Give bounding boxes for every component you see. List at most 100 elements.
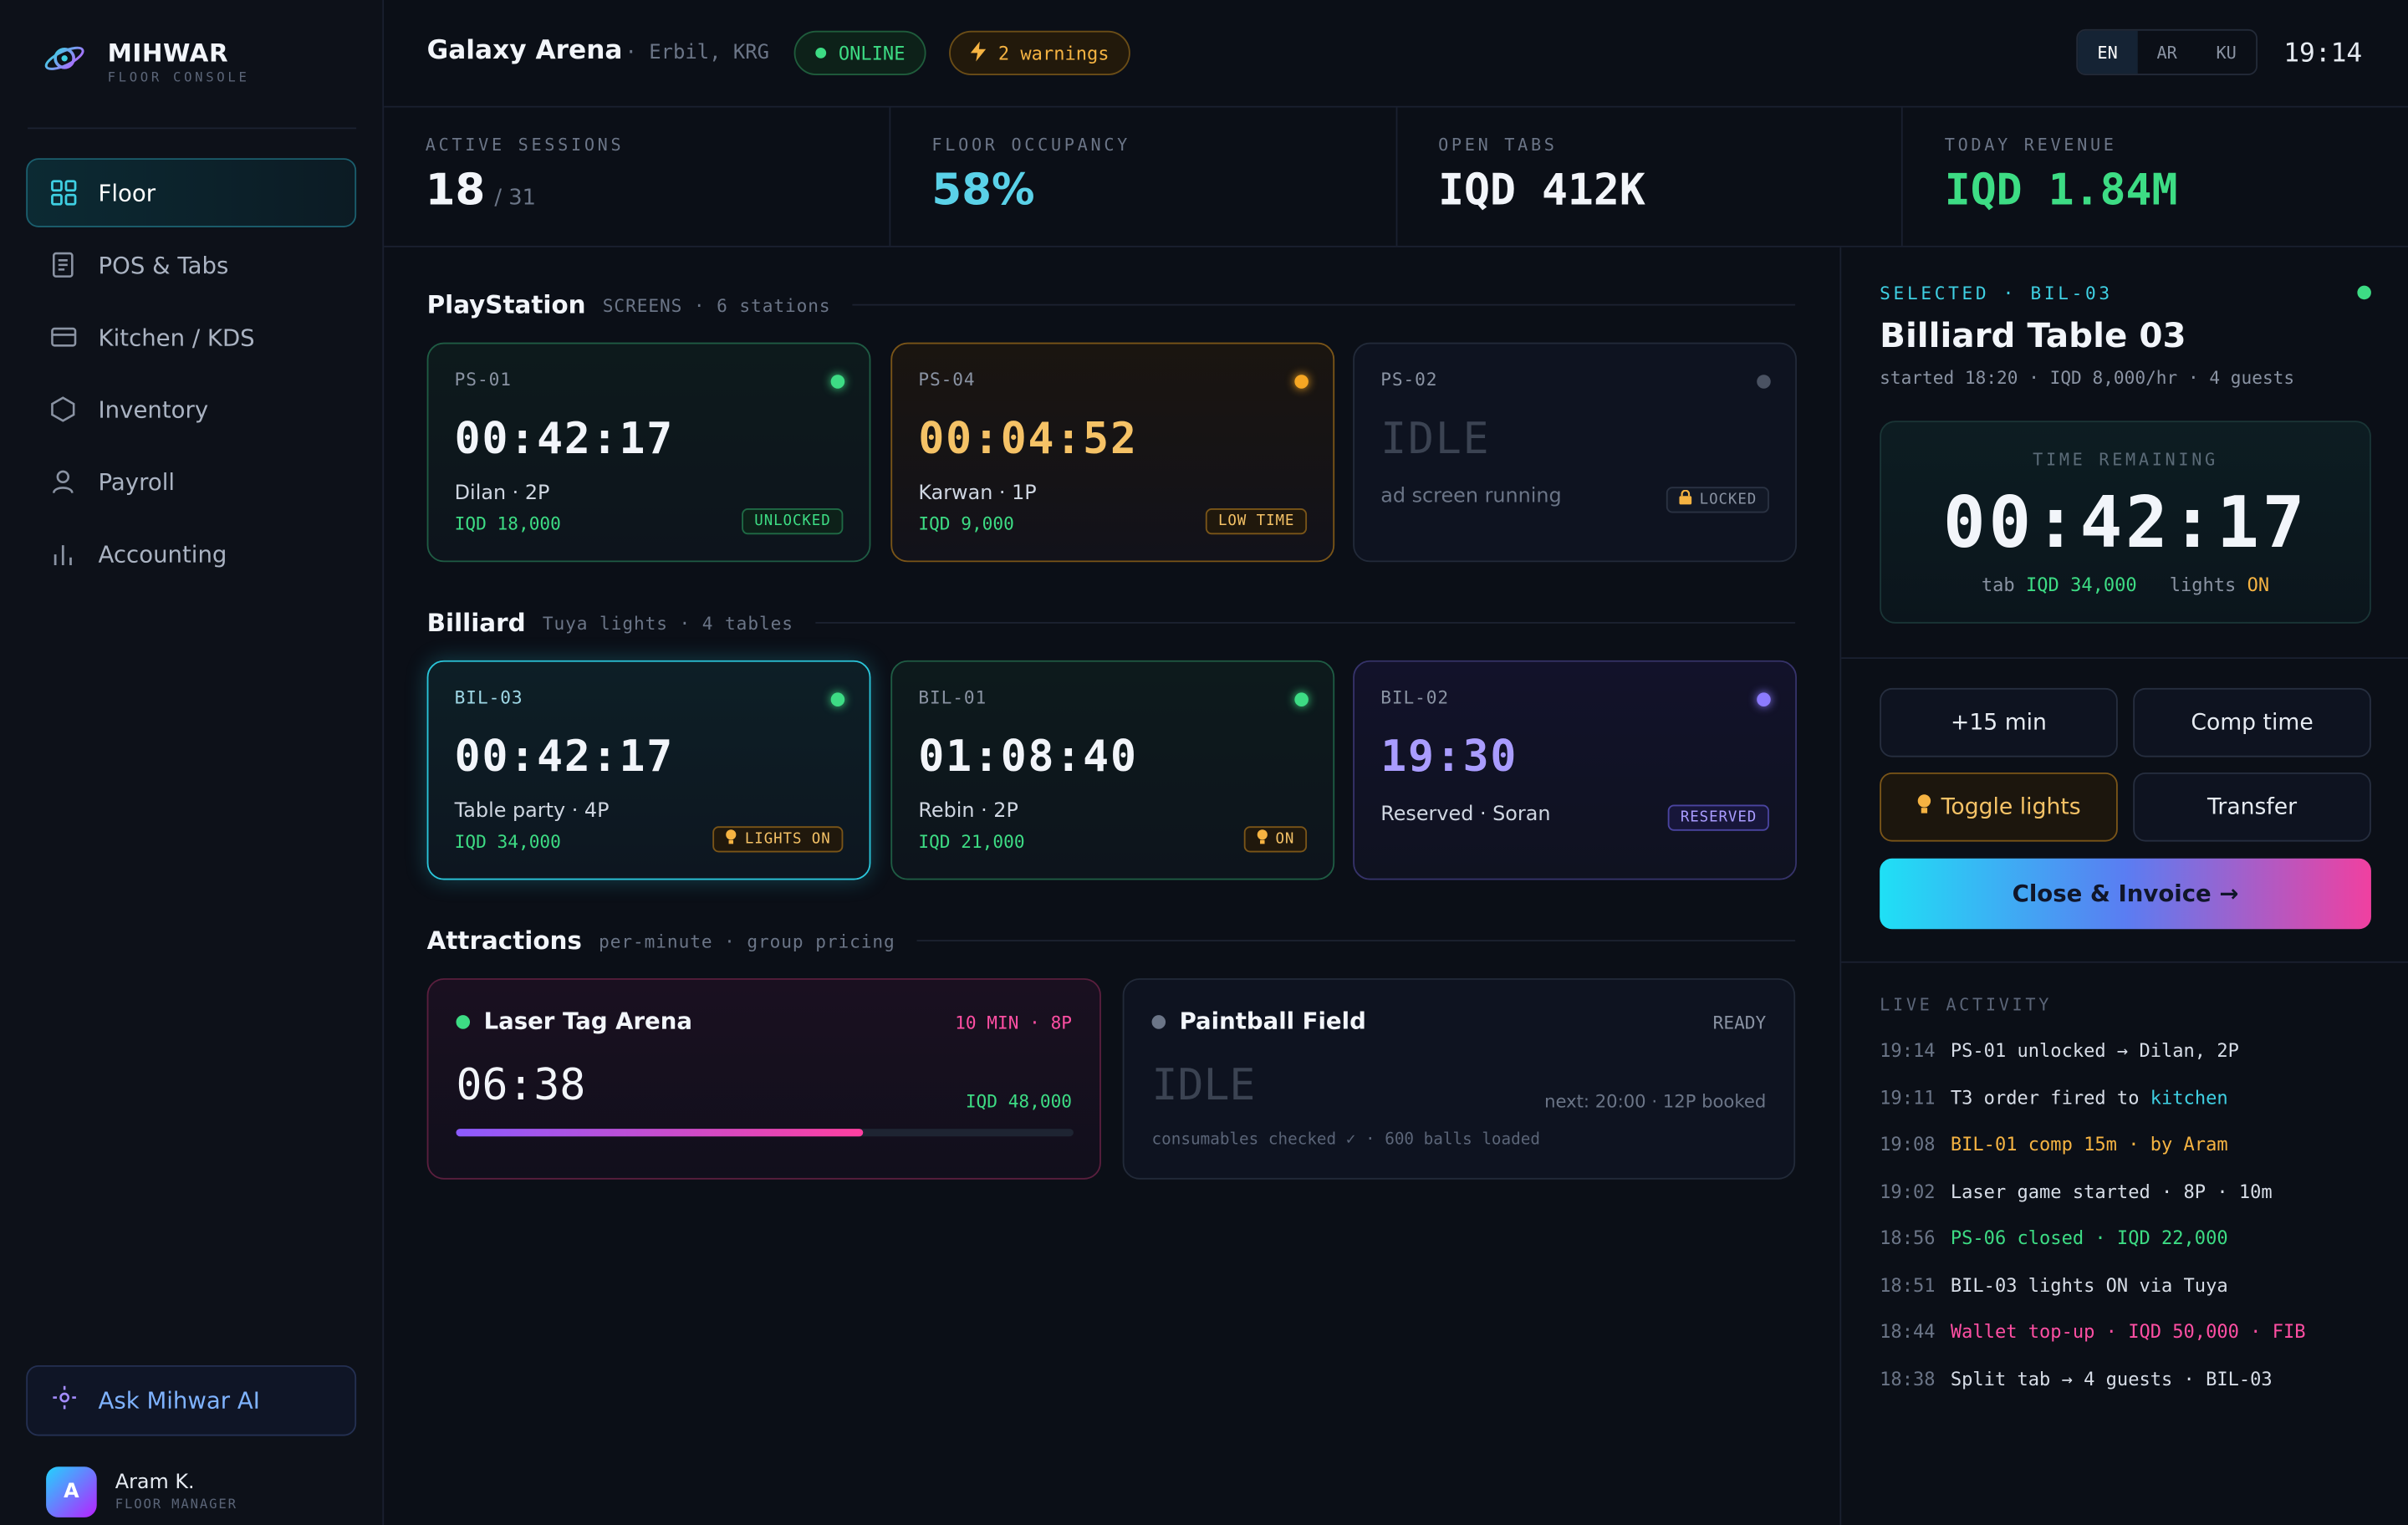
station-card-ps-02[interactable]: PS-02 IDLE ad screen running LOCKED bbox=[1353, 342, 1797, 563]
bar-chart-icon bbox=[49, 540, 77, 568]
stat-number: IQD 1.84M bbox=[1944, 164, 2178, 216]
sidebar-item-label: Floor bbox=[98, 178, 156, 207]
activity-time: 19:11 bbox=[1880, 1086, 1936, 1109]
sidebar-item-pos-tabs[interactable]: POS & Tabs bbox=[26, 231, 356, 300]
activity-row: 19:08 BIL-01 comp 15m · by Aram bbox=[1880, 1134, 2386, 1181]
stat-label: TODAY REVENUE bbox=[1944, 135, 2117, 156]
activity-text-part: T3 order fired to bbox=[1950, 1086, 2150, 1109]
stat-value: IQD 412K bbox=[1438, 165, 1901, 216]
attraction-name: Paintball Field bbox=[1179, 1007, 1366, 1036]
toggle-lights-button[interactable]: Toggle lights bbox=[1880, 772, 2118, 842]
warnings-label: 2 warnings bbox=[997, 42, 1110, 64]
status-dot-icon bbox=[1757, 692, 1771, 706]
activity-text-part: Laser game started · 8P · 10m bbox=[1950, 1180, 2273, 1202]
status-dot-icon bbox=[2357, 285, 2371, 300]
top-bar: Galaxy Arena · Erbil, KRG ONLINE 2 warni… bbox=[384, 0, 2408, 108]
ask-ai-button[interactable]: Ask Mihwar AI bbox=[26, 1364, 357, 1436]
station-id: PS-02 bbox=[1380, 368, 1438, 390]
status-dot-icon bbox=[1757, 375, 1771, 389]
activity-time: 18:44 bbox=[1880, 1320, 1936, 1343]
sidebar-item-accounting[interactable]: Accounting bbox=[26, 519, 356, 589]
table-card-bil-01[interactable]: BIL-01 01:08:40 Rebin · 2P IQD 21,000 ON bbox=[890, 660, 1335, 880]
language-ar-button[interactable]: AR bbox=[2137, 31, 2196, 74]
stat-open-tabs: OPEN TABS IQD 412K bbox=[1397, 107, 1904, 246]
time-remaining-label: TIME REMAINING bbox=[2033, 450, 2218, 471]
table-timer: 01:08:40 bbox=[918, 731, 1138, 782]
station-price: IQD 9,000 bbox=[918, 513, 1014, 535]
activity-row: 19:02 Laser game started · 8P · 10m bbox=[1880, 1181, 2386, 1227]
add-15-min-button[interactable]: +15 min bbox=[1880, 687, 2118, 757]
avatar: A bbox=[46, 1466, 97, 1517]
activity-text: BIL-01 comp 15m · by Aram bbox=[1951, 1134, 2228, 1181]
activity-text: Laser game started · 8P · 10m bbox=[1951, 1181, 2273, 1227]
warnings-badge[interactable]: 2 warnings bbox=[949, 30, 1131, 76]
sidebar-item-kitchen[interactable]: Kitchen / KDS bbox=[26, 303, 356, 372]
stat-floor-occupancy: FLOOR OCCUPANCY 58% bbox=[890, 107, 1397, 246]
user-profile[interactable]: A Aram K. FLOOR MANAGER bbox=[46, 1466, 237, 1517]
status-dot-icon bbox=[830, 692, 845, 706]
time-remaining-footer: tab IQD 34,000 lights ON bbox=[1881, 574, 2370, 596]
sidebar-item-payroll[interactable]: Payroll bbox=[26, 447, 356, 517]
station-price: IQD 18,000 bbox=[454, 513, 561, 535]
activity-text: Wallet top-up · IQD 50,000 · FIB bbox=[1951, 1321, 2306, 1368]
section-header-playstation: PlayStation SCREENS · 6 stations bbox=[427, 290, 1796, 319]
panel-divider bbox=[1841, 961, 2408, 963]
close-invoice-button[interactable]: Close & Invoice → bbox=[1880, 858, 2371, 930]
activity-text: BIL-03 lights ON via Tuya bbox=[1951, 1274, 2228, 1321]
activity-text-part: BIL-01 comp 15m · by Aram bbox=[1950, 1133, 2228, 1155]
activity-row: 19:11 T3 order fired to kitchen bbox=[1880, 1087, 2386, 1134]
table-card-bil-02[interactable]: BIL-02 19:30 Reserved · Soran RESERVED bbox=[1353, 660, 1797, 880]
tab-value: IQD 34,000 bbox=[2025, 574, 2137, 596]
status-badge: ONLINE bbox=[793, 30, 927, 76]
user-role: FLOOR MANAGER bbox=[115, 1497, 237, 1513]
activity-text-part: Wallet top-up · IQD 50,000 · FIB bbox=[1950, 1320, 2306, 1343]
section-subtitle: SCREENS · 6 stations bbox=[602, 293, 831, 316]
table-card-bil-03[interactable]: BIL-03 00:42:17 Table party · 4P IQD 34,… bbox=[426, 660, 871, 880]
activity-time: 19:14 bbox=[1880, 1039, 1936, 1062]
comp-time-button[interactable]: Comp time bbox=[2133, 687, 2371, 757]
brand-subtitle: FLOOR CONSOLE bbox=[107, 69, 250, 85]
attraction-card-paintball[interactable]: Paintball Field READY IDLE next: 20:00 ·… bbox=[1122, 978, 1796, 1180]
receipt-icon bbox=[49, 251, 77, 278]
stat-label: FLOOR OCCUPANCY bbox=[931, 135, 1131, 156]
activity-text-part: BIL-03 lights ON via Tuya bbox=[1950, 1273, 2228, 1296]
stat-value: 58% bbox=[931, 165, 1395, 216]
time-remaining-box: TIME REMAINING 00:42:17 tab IQD 34,000 l… bbox=[1880, 421, 2371, 624]
status-badge: UNLOCKED bbox=[742, 508, 844, 535]
station-card-ps-01[interactable]: PS-01 00:42:17 Dilan · 2P IQD 18,000 UNL… bbox=[426, 342, 871, 563]
table-timer: 00:42:17 bbox=[454, 731, 675, 782]
toggle-lights-label: Toggle lights bbox=[1941, 794, 2081, 819]
status-badge: LOCKED bbox=[1666, 487, 1769, 513]
attraction-name: Laser Tag Arena bbox=[483, 1007, 692, 1036]
stats-bar: ACTIVE SESSIONS 18 / 31 FLOOR OCCUPANCY … bbox=[384, 107, 2408, 247]
lights-label: lights bbox=[2169, 574, 2237, 596]
station-card-ps-04[interactable]: PS-04 00:04:52 Karwan · 1P IQD 9,000 LOW… bbox=[890, 342, 1335, 563]
tab-label: tab bbox=[1981, 574, 2015, 596]
status-badge: LOW TIME bbox=[1206, 508, 1308, 535]
bulb-icon bbox=[725, 829, 737, 849]
floor-main: PlayStation SCREENS · 6 stations PS-01 0… bbox=[384, 247, 1839, 1525]
stat-today-revenue: TODAY REVENUE IQD 1.84M bbox=[1903, 108, 2408, 246]
lights-value: ON bbox=[2247, 574, 2270, 596]
attraction-footnote: consumables checked ✓ · 600 balls loaded bbox=[1151, 1130, 1541, 1149]
table-guest: Rebin · 2P bbox=[918, 800, 1018, 824]
lightning-icon bbox=[970, 40, 987, 65]
station-timer: IDLE bbox=[1380, 413, 1491, 464]
venue-name: Galaxy Arena bbox=[426, 35, 623, 66]
attraction-card-laser-tag[interactable]: Laser Tag Arena 10 MIN · 8P 06:38 IQD 48… bbox=[426, 978, 1101, 1180]
activity-text-part: PS-01 unlocked → Dilan, 2P bbox=[1950, 1039, 2239, 1062]
detail-panel: SELECTED · BIL-03 Billiard Table 03 star… bbox=[1839, 247, 2408, 1525]
activity-row: 19:14 PS-01 unlocked → Dilan, 2P bbox=[1880, 1040, 2386, 1087]
sidebar-item-floor[interactable]: Floor bbox=[26, 158, 357, 227]
language-en-button[interactable]: EN bbox=[2078, 30, 2138, 74]
activity-text: Split tab → 4 guests · BIL-03 bbox=[1951, 1368, 2273, 1415]
sidebar-item-inventory[interactable]: Inventory bbox=[26, 375, 356, 444]
language-ku-button[interactable]: KU bbox=[2196, 31, 2256, 74]
live-activity-label: LIVE ACTIVITY bbox=[1880, 995, 2053, 1016]
kitchen-display-icon bbox=[49, 324, 77, 351]
progress-fill bbox=[456, 1129, 864, 1137]
transfer-button[interactable]: Transfer bbox=[2133, 772, 2371, 842]
section-title: PlayStation bbox=[426, 290, 586, 320]
stat-sub: / 31 bbox=[494, 186, 536, 211]
user-name: Aram K. bbox=[115, 1471, 195, 1495]
